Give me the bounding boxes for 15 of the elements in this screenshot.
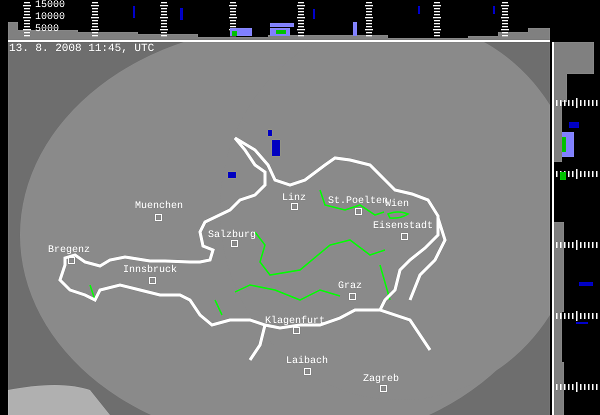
city-label: Bregenz — [48, 245, 90, 256]
city-label: Salzburg — [208, 230, 256, 241]
city-label: Zagreb — [363, 374, 400, 385]
city-label: Graz — [338, 281, 362, 292]
city-label: Muenchen — [135, 201, 184, 212]
city-label: Eisenstadt — [373, 221, 434, 232]
timestamp: 13. 8. 2008 11:45, UTC — [9, 43, 154, 55]
city-label: Laibach — [286, 356, 328, 367]
city-label: Wien — [385, 199, 410, 210]
altitude-label: 10000 — [35, 13, 66, 23]
city-label: Innsbruck — [123, 265, 178, 276]
city-label: Klagenfurt — [265, 316, 326, 327]
altitude-label: 15000 — [35, 1, 66, 11]
altitude-label: 5000 — [35, 25, 60, 35]
city-label: Linz — [282, 193, 306, 204]
